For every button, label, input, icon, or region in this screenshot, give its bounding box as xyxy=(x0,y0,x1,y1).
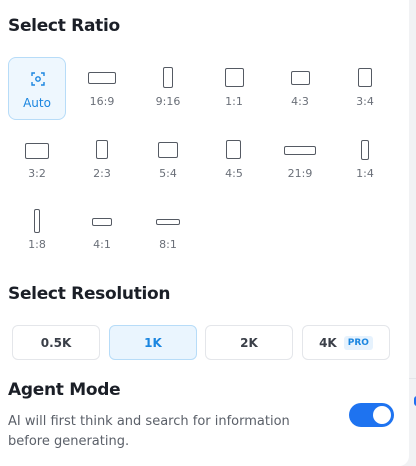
agent-mode-description: AI will first think and search for infor… xyxy=(8,414,290,449)
ratio-label: 2:3 xyxy=(93,167,111,180)
ratio-4-1-shape-icon xyxy=(92,218,112,226)
ratio-label: 16:9 xyxy=(89,95,115,108)
resolution-label: 1K xyxy=(144,335,162,350)
ratio-label: 4:3 xyxy=(291,95,309,108)
resolution-2k-button[interactable]: 2K xyxy=(205,325,293,360)
resolution-4k-button[interactable]: 4K PRO xyxy=(302,325,390,360)
ratio-option-1-8[interactable]: 1:8 xyxy=(8,200,66,263)
ratio-section-title: Select Ratio xyxy=(8,16,120,36)
ratio-label: 4:5 xyxy=(225,167,243,180)
divider xyxy=(409,378,416,379)
ratio-option-1-1[interactable]: 1:1 xyxy=(205,57,263,120)
ratio-label: 1:4 xyxy=(356,167,374,180)
ratio-label: 1:1 xyxy=(225,95,243,108)
ratio-option-2-3[interactable]: 2:3 xyxy=(73,129,131,192)
auto-frame-icon xyxy=(31,72,45,86)
ratio-21-9-shape-icon xyxy=(284,146,316,155)
resolution-section-title: Select Resolution xyxy=(8,284,171,304)
ratio-2-3-shape-icon xyxy=(96,140,108,159)
resolution-label: 2K xyxy=(240,335,258,350)
ratio-1-1-shape-icon xyxy=(225,68,244,87)
resolution-0-5k-button[interactable]: 0.5K xyxy=(12,325,100,360)
ratio-3-4-shape-icon xyxy=(358,68,372,87)
ratio-option-auto[interactable]: Auto xyxy=(8,57,66,120)
ratio-option-16-9[interactable]: 16:9 xyxy=(73,57,131,120)
ratio-label: 3:4 xyxy=(356,95,374,108)
ratio-option-5-4[interactable]: 5:4 xyxy=(139,129,197,192)
ratio-3-2-shape-icon xyxy=(25,143,49,159)
ratio-option-21-9[interactable]: 21:9 xyxy=(271,129,329,192)
ratio-9-16-shape-icon xyxy=(163,67,173,88)
ratio-label: 9:16 xyxy=(155,95,181,108)
toggle-knob xyxy=(373,406,391,424)
ratio-16-9-shape-icon xyxy=(88,72,116,84)
agent-mode-title: Agent Mode xyxy=(8,380,121,400)
resolution-1k-button[interactable]: 1K xyxy=(109,325,197,360)
ratio-label: 3:2 xyxy=(28,167,46,180)
ratio-1-8-shape-icon xyxy=(34,209,40,233)
ratio-label: 1:8 xyxy=(28,238,46,251)
ratio-8-1-shape-icon xyxy=(156,219,180,225)
ratio-option-4-1[interactable]: 4:1 xyxy=(73,200,131,263)
ratio-option-8-1[interactable]: 8:1 xyxy=(139,200,197,263)
ratio-label: 5:4 xyxy=(159,167,177,180)
ratio-label: 4:1 xyxy=(93,238,111,251)
ratio-1-4-shape-icon xyxy=(361,140,369,160)
ratio-option-4-5[interactable]: 4:5 xyxy=(205,129,263,192)
ratio-label: 21:9 xyxy=(287,167,313,180)
ratio-4-3-shape-icon xyxy=(291,71,310,85)
agent-mode-toggle[interactable] xyxy=(349,403,394,427)
ratio-label: Auto xyxy=(23,96,51,110)
settings-panel: Select Ratio Auto 16:9 9:16 1:1 4:3 3:4 … xyxy=(0,0,409,466)
ratio-label: 8:1 xyxy=(159,238,177,251)
ratio-option-1-4[interactable]: 1:4 xyxy=(336,129,394,192)
ratio-option-3-4[interactable]: 3:4 xyxy=(336,57,394,120)
ratio-5-4-shape-icon xyxy=(158,142,178,158)
ratio-option-3-2[interactable]: 3:2 xyxy=(8,129,66,192)
ratio-4-5-shape-icon xyxy=(226,140,241,159)
ratio-option-4-3[interactable]: 4:3 xyxy=(271,57,329,120)
ratio-option-9-16[interactable]: 9:16 xyxy=(139,57,197,120)
resolution-label: 4K xyxy=(319,335,337,350)
pro-badge: PRO xyxy=(343,335,373,350)
resolution-label: 0.5K xyxy=(40,335,72,350)
